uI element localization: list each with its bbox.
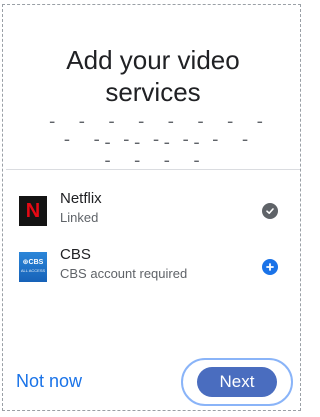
divider <box>6 169 300 170</box>
netflix-logo-icon: N <box>19 196 47 226</box>
check-circle-icon <box>262 203 278 219</box>
service-item-cbs[interactable]: ⊛CBS ALL ACCESS CBS CBS account required <box>16 246 288 288</box>
service-item-netflix[interactable]: N Netflix Linked <box>16 190 288 232</box>
next-button[interactable]: Next <box>197 367 277 397</box>
add-circle-icon[interactable] <box>262 259 278 275</box>
title-line-2: services <box>105 77 201 107</box>
cbs-logo-subtext: ALL ACCESS <box>20 268 46 273</box>
title-line-1: Add your video <box>66 45 240 75</box>
cbs-logo-text: ⊛CBS <box>22 259 44 266</box>
netflix-logo-letter: N <box>25 199 41 222</box>
service-name: Netflix <box>60 190 102 207</box>
dialog-title: Add your video services <box>0 44 306 108</box>
cbs-logo-icon: ⊛CBS ALL ACCESS <box>19 252 47 282</box>
not-now-button[interactable]: Not now <box>16 371 82 392</box>
service-status: Linked <box>60 210 99 225</box>
service-name: CBS <box>60 246 91 263</box>
dash-placeholder-line-2: - - - - - - - - <box>102 132 206 171</box>
service-status: CBS account required <box>60 266 188 281</box>
